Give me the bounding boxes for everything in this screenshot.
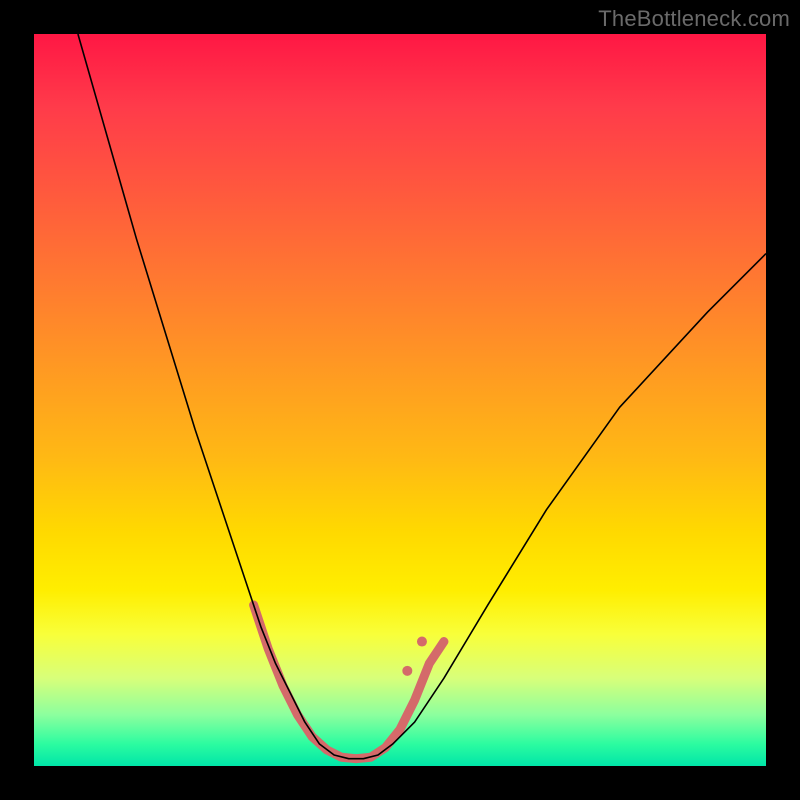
curve-svg xyxy=(34,34,766,766)
highlight-dot-1 xyxy=(417,637,427,647)
plot-area xyxy=(34,34,766,766)
series-highlight-left xyxy=(254,605,356,759)
series-curve xyxy=(78,34,766,759)
watermark-text: TheBottleneck.com xyxy=(598,6,790,32)
series-highlight-right xyxy=(356,642,444,759)
highlight-dot-0 xyxy=(402,666,412,676)
chart-stage: TheBottleneck.com xyxy=(0,0,800,800)
